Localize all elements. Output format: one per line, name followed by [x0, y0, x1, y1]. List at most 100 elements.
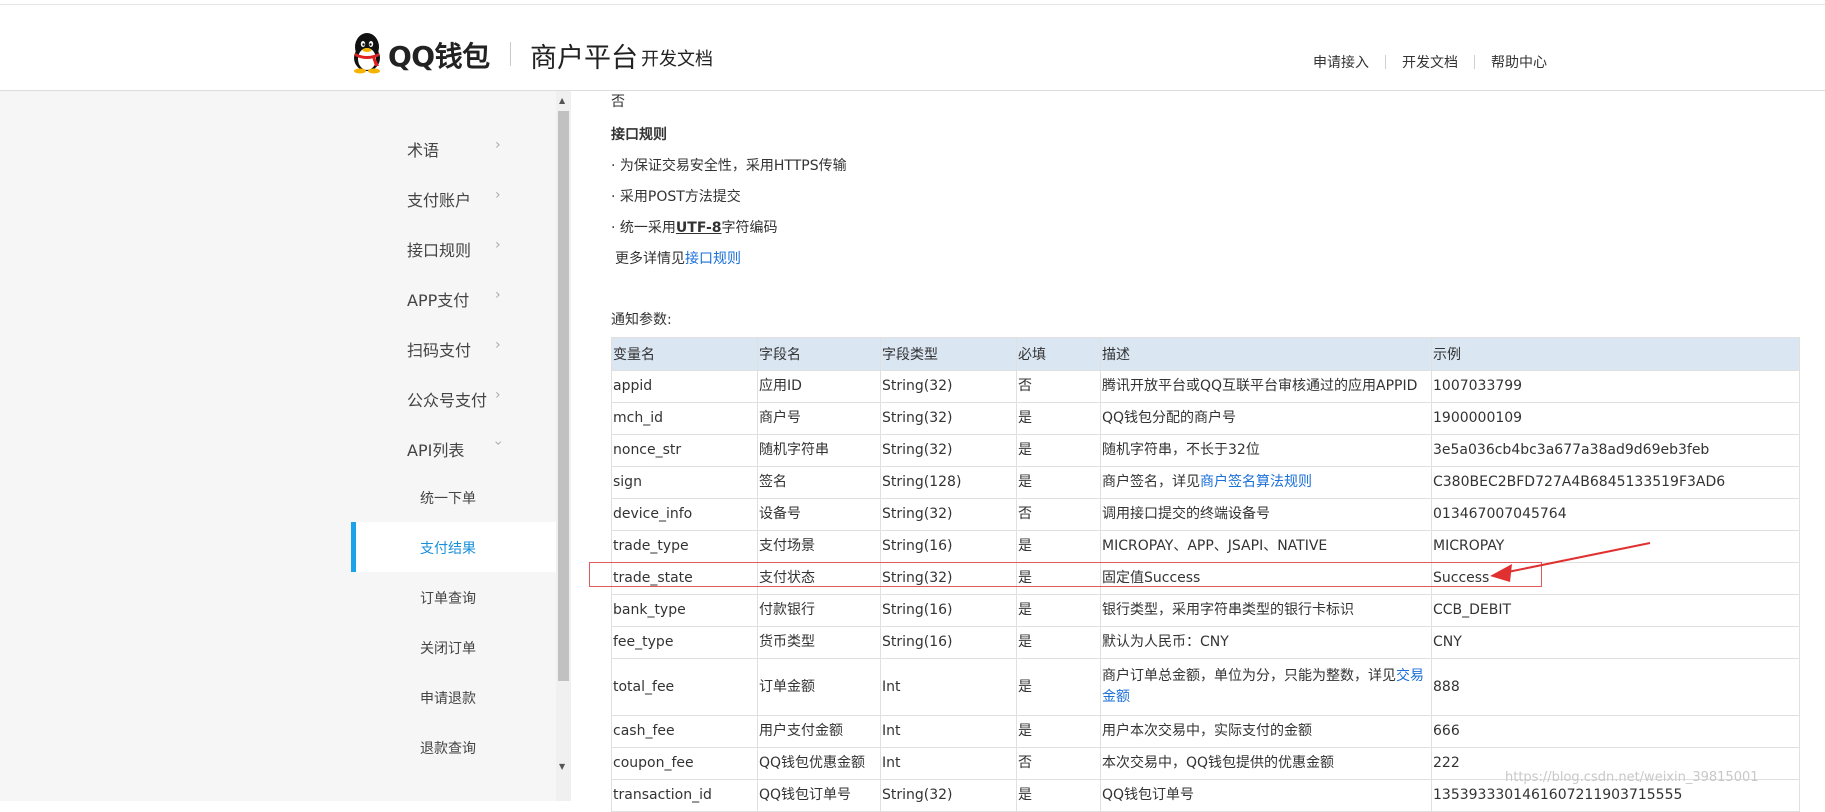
cell-example: 013467007045764	[1431, 498, 1800, 531]
notify-params-title: 通知参数:	[611, 312, 672, 328]
desc-link[interactable]: 商户签名算法规则	[1200, 474, 1312, 490]
cell-required: 是	[1016, 626, 1101, 659]
partial-text: 否	[611, 94, 625, 110]
sidebar-item-terms[interactable]: 术语	[407, 137, 557, 161]
cell-var: appid	[611, 370, 758, 403]
sidebar-sub-order-query[interactable]: 订单查询	[420, 588, 476, 608]
chevron-right-icon: ›	[495, 237, 501, 253]
sidebar-sub-unified-order[interactable]: 统一下单	[420, 488, 476, 508]
cell-desc: 随机字符串，不长于32位	[1100, 434, 1432, 467]
sidebar-item-scan-pay[interactable]: 扫码支付	[407, 337, 557, 361]
cell-required: 是	[1016, 594, 1101, 627]
cell-required: 是	[1016, 530, 1101, 563]
notify-params-table: 变量名 字段名 字段类型 必填 描述 示例 appid 应用ID String(32…	[611, 337, 1800, 812]
cell-type: String(32)	[880, 370, 1017, 403]
chevron-right-icon: ›	[495, 387, 501, 403]
cell-var: cash_fee	[611, 715, 758, 748]
cell-type: Int	[880, 747, 1017, 780]
sidebar-item-api-list[interactable]: API列表	[407, 437, 557, 461]
cell-example: 666	[1431, 715, 1800, 748]
sidebar-sub-apply-refund[interactable]: 申请退款	[420, 688, 476, 708]
sidebar-sub-close-order[interactable]: 关闭订单	[420, 638, 476, 658]
cell-example: Success	[1431, 562, 1800, 595]
rule-encoding-bold: UTF-8	[675, 220, 722, 236]
chevron-right-icon: ›	[495, 137, 501, 153]
table-header-field: 字段名	[757, 337, 881, 371]
nav-dev-docs[interactable]: 开发文档	[1386, 52, 1474, 72]
rule-https: · 为保证交易安全性，采用HTTPS传输	[611, 158, 847, 174]
cell-required: 是	[1016, 779, 1101, 812]
cell-desc: 固定值Success	[1100, 562, 1432, 595]
chevron-right-icon: ›	[495, 337, 501, 353]
cell-type: String(16)	[880, 626, 1017, 659]
cell-desc: 商户订单总金额，单位为分，只能为整数，详见交易金额	[1100, 658, 1432, 716]
cell-desc: QQ钱包订单号	[1100, 779, 1432, 812]
cell-example: 1007033799	[1431, 370, 1800, 403]
cell-required: 是	[1016, 402, 1101, 435]
table-header-var: 变量名	[611, 337, 758, 371]
chevron-right-icon: ›	[495, 187, 501, 203]
table-row: mch_id 商户号 String(32) 是 QQ钱包分配的商户号 1900000109	[611, 402, 1800, 435]
cell-required: 是	[1016, 434, 1101, 467]
sidebar-active-indicator	[351, 522, 356, 572]
sidebar-item-app-pay[interactable]: APP支付	[407, 287, 557, 311]
platform-subtitle: 开发文档	[641, 49, 713, 70]
header-top-line	[0, 4, 1825, 5]
sidebar-sub-pay-result[interactable]: 支付结果	[420, 538, 476, 558]
nav-apply-access[interactable]: 申请接入	[1297, 52, 1385, 72]
cell-required: 是	[1016, 466, 1101, 499]
logo-separator	[510, 42, 511, 66]
top-nav: 申请接入 开发文档 帮助中心	[1297, 52, 1563, 72]
scroll-up-arrow-icon[interactable]: ▲	[559, 96, 565, 105]
cell-var: nonce_str	[611, 434, 758, 467]
cell-required: 是	[1016, 562, 1101, 595]
cell-desc: QQ钱包分配的商户号	[1100, 402, 1432, 435]
sidebar-scrollbar-thumb[interactable]	[558, 111, 569, 681]
sidebar-item-api-rules[interactable]: 接口规则	[407, 237, 557, 261]
table-row: appid 应用ID String(32) 否腾讯开放平台或QQ互联平台审核通过的应用…	[611, 370, 1800, 403]
table-header-desc: 描述	[1100, 337, 1432, 371]
cell-type: String(16)	[880, 530, 1017, 563]
sidebar-item-payment-account[interactable]: 支付账户	[407, 187, 557, 211]
desc-text: 商户签名，详见	[1102, 474, 1200, 490]
cell-example: CCB_DEBIT	[1431, 594, 1800, 627]
rules-title: 接口规则	[611, 127, 667, 143]
cell-required: 是	[1016, 658, 1101, 716]
cell-desc: 商户签名，详见商户签名算法规则	[1100, 466, 1432, 499]
table-header-required: 必填	[1016, 337, 1101, 371]
cell-required: 是	[1016, 715, 1101, 748]
cell-type: String(32)	[880, 434, 1017, 467]
cell-required: 否	[1016, 498, 1101, 531]
table-row: trade_state 支付状态 String(32) 是固定值Success Succ…	[611, 562, 1800, 595]
cell-field: 订单金额	[757, 658, 881, 716]
cell-field: 应用ID	[757, 370, 881, 403]
cell-type: Int	[880, 715, 1017, 748]
cell-field: QQ钱包优惠金额	[757, 747, 881, 780]
cell-field: 支付状态	[757, 562, 881, 595]
cell-type: Int	[880, 658, 1017, 716]
cell-var: coupon_fee	[611, 747, 758, 780]
sidebar-item-official-account-pay[interactable]: 公众号支付	[407, 387, 557, 411]
top-header: QQ钱包 商户平台 开发文档 申请接入 开发文档 帮助中心	[0, 0, 1825, 91]
cell-type: String(32)	[880, 779, 1017, 812]
table-row: trade_type 支付场景 String(16) 是 MICROPAY、APP、JS…	[611, 530, 1800, 563]
qq-penguin-icon	[354, 33, 380, 74]
scroll-down-arrow-icon[interactable]: ▼	[559, 762, 565, 771]
cell-type: String(32)	[880, 402, 1017, 435]
table-row: cash_fee 用户支付金额 Int 是用户本次交易中，实际支付的金额 666	[611, 715, 1800, 748]
cell-desc: MICROPAY、APP、JSAPI、NATIVE	[1100, 530, 1432, 563]
rule-encoding-suffix: 字符编码	[721, 220, 778, 236]
cell-example: 888	[1431, 658, 1800, 716]
rule-encoding-prefix: · 统一采用	[611, 220, 676, 236]
cell-type: String(32)	[880, 562, 1017, 595]
cell-var: transaction_id	[611, 779, 758, 812]
sidebar-sub-refund-query[interactable]: 退款查询	[420, 738, 476, 758]
cell-field: 设备号	[757, 498, 881, 531]
cell-var: fee_type	[611, 626, 758, 659]
nav-help-center[interactable]: 帮助中心	[1475, 52, 1563, 72]
cell-var: device_info	[611, 498, 758, 531]
cell-field: 付款银行	[757, 594, 881, 627]
cell-example: CNY	[1431, 626, 1800, 659]
api-rules-link[interactable]: 接口规则	[685, 251, 741, 267]
logo-text[interactable]: QQ钱包	[388, 35, 490, 75]
